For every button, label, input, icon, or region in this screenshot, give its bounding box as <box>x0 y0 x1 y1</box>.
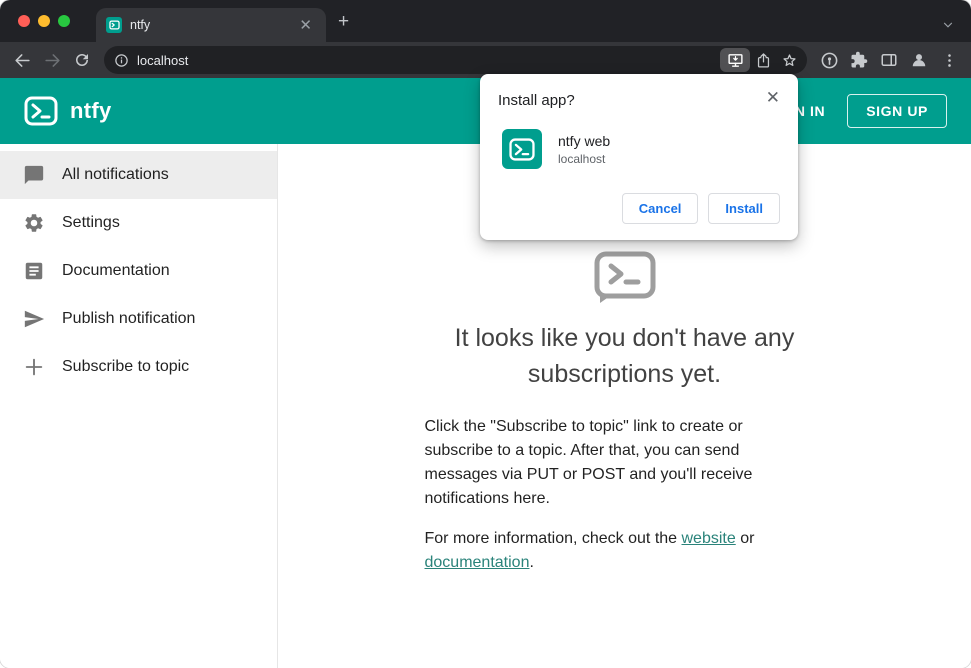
tab-search-chevron-icon[interactable] <box>941 18 955 32</box>
sidebar-item-label: All notifications <box>62 166 169 183</box>
more-info-text: . <box>529 553 534 571</box>
browser-window: ntfy ✕ + localhost ntfy IN SIGN UP All n… <box>0 0 971 668</box>
bookmark-star-icon[interactable] <box>776 48 802 72</box>
empty-state-heading: It looks like you don't have any subscri… <box>454 324 795 389</box>
browser-tab[interactable]: ntfy ✕ <box>96 8 326 42</box>
sidebar-item-documentation[interactable]: Documentation <box>0 247 277 295</box>
send-icon <box>22 307 46 331</box>
plus-icon <box>22 355 46 379</box>
ntfy-app-icon <box>502 129 542 169</box>
ntfy-logo-icon <box>24 96 58 126</box>
install-app-icon[interactable] <box>720 48 750 72</box>
browser-menu-icon[interactable] <box>935 46 963 74</box>
tab-strip: ntfy ✕ + <box>0 0 971 42</box>
install-app-dialog: Install app? ✕ ntfy web localhost Cancel… <box>480 74 798 240</box>
sidebar-item-publish-notification[interactable]: Publish notification <box>0 295 277 343</box>
website-link[interactable]: website <box>682 530 736 547</box>
tab-title: ntfy <box>130 18 151 32</box>
empty-state-paragraph: Click the "Subscribe to topic" link to c… <box>424 417 753 507</box>
share-icon[interactable] <box>750 48 776 72</box>
dialog-app-row: ntfy web localhost <box>502 129 780 169</box>
url-text: localhost <box>137 52 189 68</box>
dialog-close-icon[interactable]: ✕ <box>760 84 786 112</box>
new-tab-button[interactable]: + <box>326 11 361 39</box>
cancel-button[interactable]: Cancel <box>621 193 699 224</box>
more-info-text: For more information, check out the <box>424 529 682 547</box>
reload-icon[interactable] <box>68 46 96 74</box>
site-info-icon[interactable] <box>114 53 129 68</box>
gear-icon <box>22 211 46 235</box>
chat-bubble-icon <box>22 163 46 187</box>
address-bar[interactable]: localhost <box>104 46 807 74</box>
ntfy-empty-logo-icon <box>594 251 655 303</box>
side-panel-icon[interactable] <box>875 46 903 74</box>
dialog-actions: Cancel Install <box>498 193 780 224</box>
empty-state-more-info: For more information, check out the webs… <box>425 527 777 575</box>
profile-avatar-icon[interactable] <box>905 46 933 74</box>
password-manager-extension-icon[interactable] <box>815 46 843 74</box>
browser-toolbar: localhost <box>0 42 971 78</box>
forward-icon[interactable] <box>38 46 66 74</box>
dialog-title: Install app? <box>498 92 575 109</box>
documentation-link[interactable]: documentation <box>425 554 530 571</box>
zoom-window-button[interactable] <box>58 15 70 27</box>
more-info-text: or <box>735 529 755 547</box>
sidebar: All notifications Settings Documentation… <box>0 144 278 668</box>
dialog-app-origin: localhost <box>558 151 606 166</box>
sign-up-button[interactable]: SIGN UP <box>847 94 947 128</box>
dialog-app-name: ntfy web <box>558 132 611 149</box>
article-icon <box>22 259 46 283</box>
sidebar-item-label: Subscribe to topic <box>62 358 190 375</box>
app-title: ntfy <box>70 98 112 123</box>
sidebar-item-subscribe-to-topic[interactable]: Subscribe to topic <box>0 343 277 391</box>
sidebar-item-label: Settings <box>62 214 120 231</box>
sidebar-item-all-notifications[interactable]: All notifications <box>0 151 277 199</box>
tab-close-icon[interactable]: ✕ <box>295 16 316 35</box>
ntfy-favicon-icon <box>106 17 122 33</box>
sidebar-item-label: Documentation <box>62 262 170 279</box>
sidebar-item-label: Publish notification <box>62 310 196 327</box>
close-window-button[interactable] <box>18 15 30 27</box>
back-icon[interactable] <box>8 46 36 74</box>
install-button[interactable]: Install <box>708 193 780 224</box>
minimize-window-button[interactable] <box>38 15 50 27</box>
extensions-puzzle-icon[interactable] <box>845 46 873 74</box>
sidebar-item-settings[interactable]: Settings <box>0 199 277 247</box>
window-controls <box>0 0 84 42</box>
